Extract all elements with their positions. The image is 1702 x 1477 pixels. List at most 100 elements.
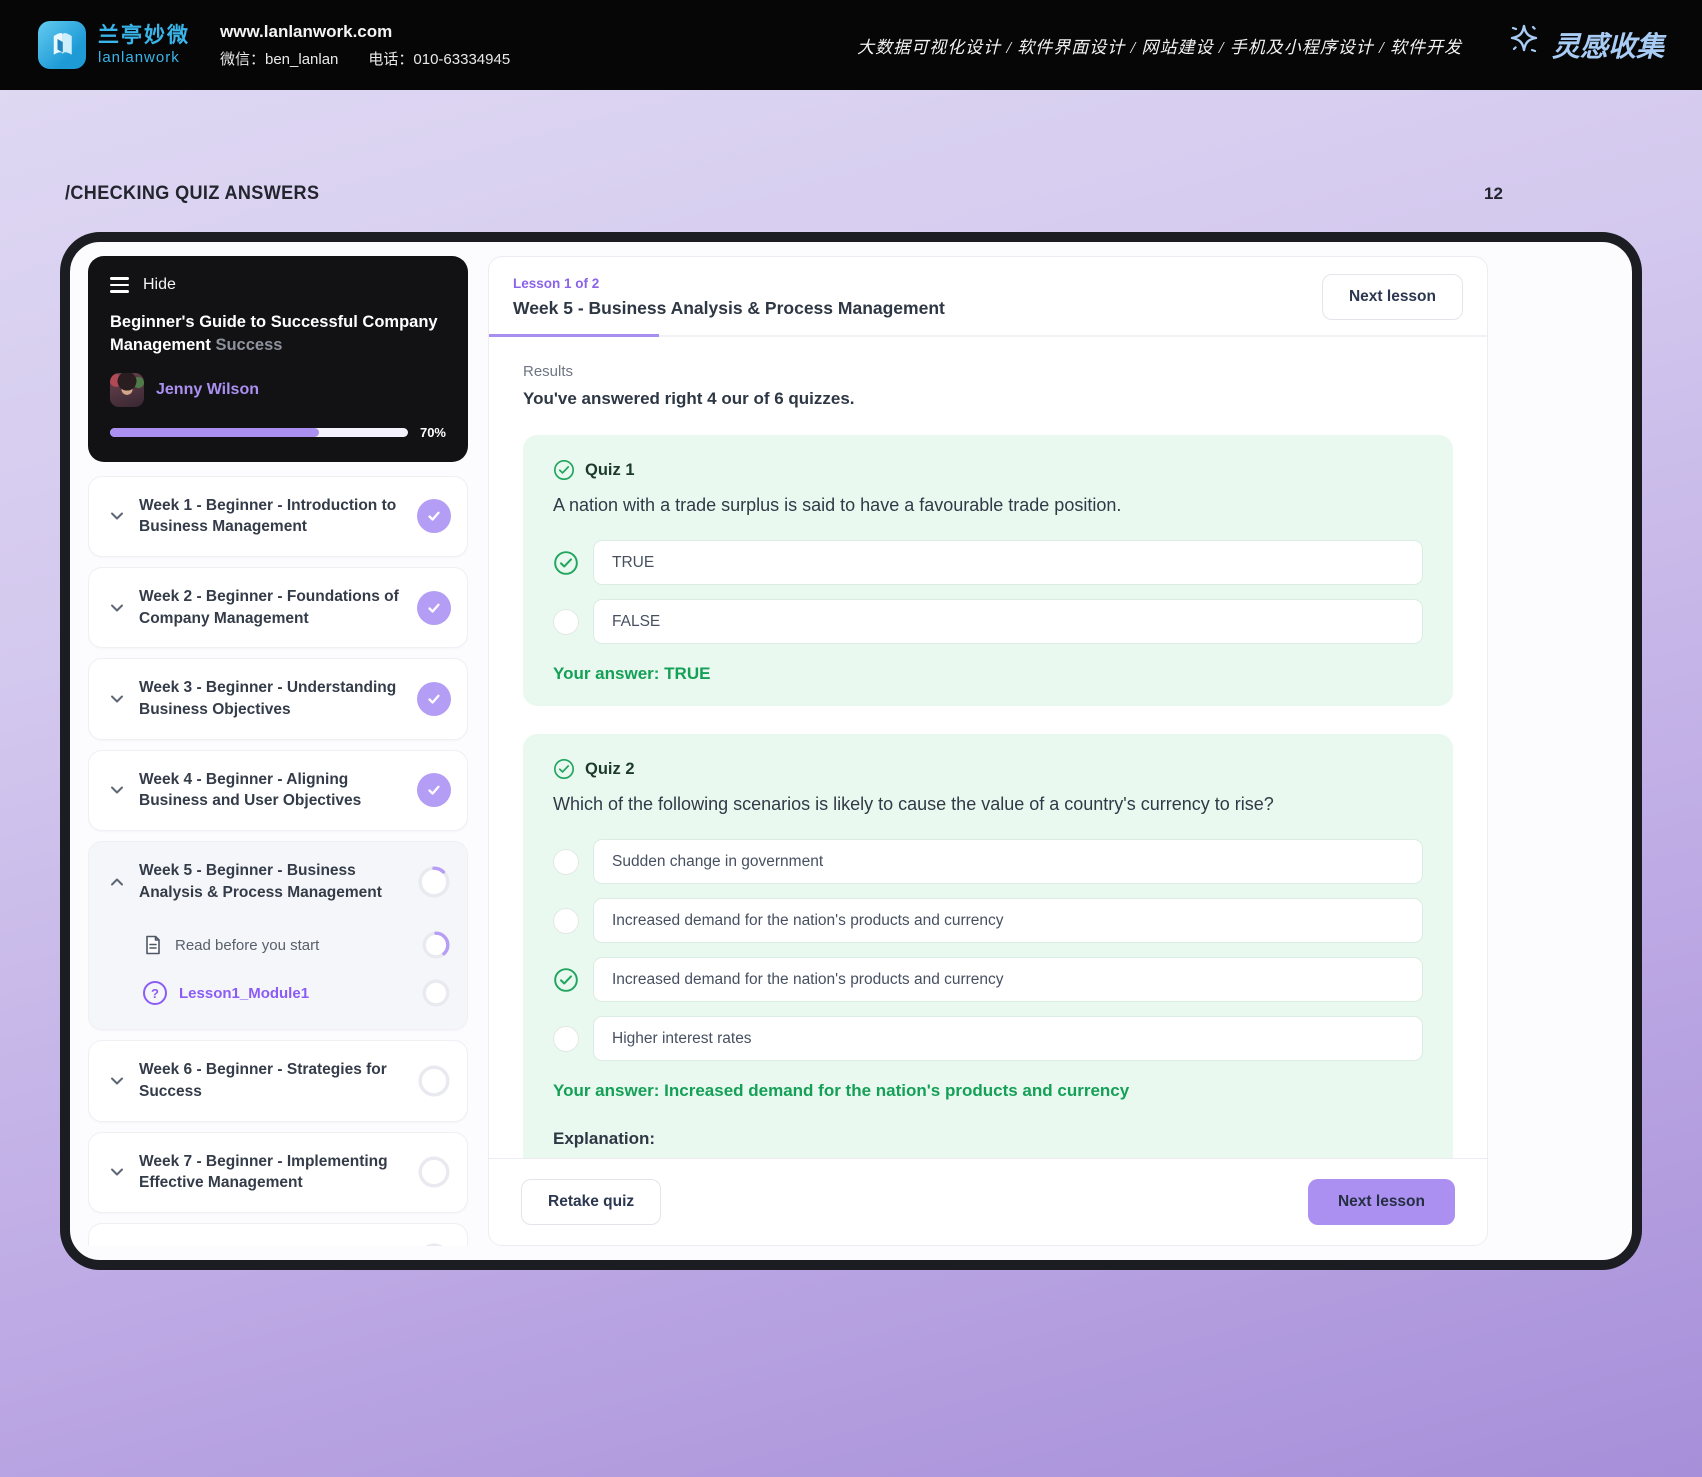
lesson-kicker: Lesson 1 of 2	[513, 275, 600, 291]
lesson-subitem[interactable]: ? Lesson1_Module1	[89, 969, 467, 1017]
lesson-title: Week 5 - Business Analysis & Process Man…	[513, 297, 945, 318]
quiz-option: Increased demand for the nation's produc…	[553, 898, 1423, 943]
progress-ring	[417, 1064, 451, 1098]
promo-banner: 兰亭妙微 lanlanwork www.lanlanwork.com 微信：be…	[0, 0, 1702, 90]
lesson-header: Lesson 1 of 2 Week 5 - Business Analysis…	[489, 257, 1487, 337]
chevron-down-icon	[111, 604, 123, 612]
app-window: Hide Beginner's Guide to Successful Comp…	[60, 232, 1642, 1270]
instructor-name: Jenny Wilson	[156, 380, 259, 398]
sidebar-week-item[interactable]: Week 7 - Beginner - Implementing Effecti…	[89, 1133, 467, 1212]
course-sidebar: Hide Beginner's Guide to Successful Comp…	[88, 256, 468, 1246]
sidebar-week-item[interactable]: Week 2 - Beginner - Foundations of Compa…	[89, 568, 467, 647]
option-box[interactable]: TRUE	[593, 540, 1423, 585]
sidebar-week-item[interactable]: Week 4 - Beginner - Aligning Business an…	[89, 751, 467, 830]
week-card: Week 4 - Beginner - Aligning Business an…	[88, 749, 468, 832]
course-title: Beginner's Guide to Successful Company M…	[110, 313, 438, 354]
week-label: Week 7 - Beginner - Implementing Effecti…	[139, 1152, 388, 1192]
option-box[interactable]: FALSE	[593, 599, 1423, 644]
phone-contact: 电话：010-63334945	[368, 50, 511, 68]
sidebar-week-item[interactable]: Week 5 - Beginner - Business Analysis & …	[89, 842, 467, 921]
course-header-panel: Hide Beginner's Guide to Successful Comp…	[88, 256, 468, 462]
option-correct-icon	[553, 550, 579, 576]
subitem-label: Lesson1_Module1	[179, 984, 310, 1002]
week-label: Week 2 - Beginner - Foundations of Compa…	[139, 587, 399, 627]
sidebar-week-item[interactable]: Week 3 - Beginner - Understanding Busine…	[89, 659, 467, 738]
week-card: Week 8 - Beginner - Business	[88, 1223, 468, 1246]
quiz-question: Which of the following scenarios is like…	[553, 794, 1274, 814]
week-card: Week 3 - Beginner - Understanding Busine…	[88, 658, 468, 740]
collect-block: 灵感收集	[1506, 23, 1664, 67]
quiz-option: Higher interest rates	[553, 1016, 1423, 1061]
brand-block: 兰亭妙微 lanlanwork	[38, 21, 190, 69]
week-card: Week 2 - Beginner - Foundations of Compa…	[88, 566, 468, 649]
week-card: Week 6 - Beginner - Strategies for Succe…	[88, 1040, 468, 1122]
quiz-option: FALSE	[553, 599, 1423, 644]
lesson-progress-indicator	[489, 334, 659, 337]
quiz-option: TRUE	[553, 540, 1423, 585]
progress-ring	[421, 978, 451, 1008]
quiz-results-area: Results You've answered right 4 our of 6…	[489, 337, 1487, 1158]
lanlanwork-logo-icon	[38, 21, 86, 69]
option-correct-icon	[553, 967, 579, 993]
option-box[interactable]: Increased demand for the nation's produc…	[593, 898, 1423, 943]
contact-block: www.lanlanwork.com 微信：ben_lanlan 电话：010-…	[220, 22, 510, 69]
quiz-name: Quiz 1	[585, 460, 635, 479]
completed-check-icon	[417, 681, 451, 716]
progress-ring	[417, 1155, 451, 1189]
wechat-contact: 微信：ben_lanlan	[220, 50, 339, 68]
retake-quiz-button[interactable]: Retake quiz	[521, 1179, 662, 1225]
week-list: Week 1 - Beginner - Introduction to Busi…	[88, 475, 468, 1246]
lesson-footer: Retake quiz Next lesson	[489, 1158, 1487, 1245]
menu-icon	[110, 277, 129, 293]
progress-ring	[417, 1242, 451, 1246]
chevron-up-icon	[111, 878, 123, 886]
sidebar-week-item[interactable]: Week 6 - Beginner - Strategies for Succe…	[89, 1041, 467, 1120]
website-url: www.lanlanwork.com	[220, 21, 393, 41]
sparkle-icon	[1506, 23, 1542, 67]
sidebar-week-item[interactable]: Week 8 - Beginner - Business	[89, 1224, 467, 1246]
option-radio	[553, 907, 579, 934]
option-box[interactable]: Increased demand for the nation's produc…	[593, 957, 1423, 1002]
hide-label: Hide	[143, 276, 176, 293]
brand-name-en: lanlanwork	[98, 48, 180, 66]
chevron-down-icon	[111, 695, 123, 703]
week-group-expanded: Week 5 - Beginner - Business Analysis & …	[88, 841, 468, 1031]
option-radio	[553, 608, 579, 635]
next-lesson-button-top[interactable]: Next lesson	[1321, 274, 1463, 320]
instructor-avatar	[110, 372, 144, 407]
completed-check-icon	[417, 499, 451, 534]
completed-check-icon	[417, 773, 451, 808]
option-radio	[553, 848, 579, 875]
week-label: Week 4 - Beginner - Aligning Business an…	[139, 770, 362, 810]
brand-name-cn: 兰亭妙微	[98, 24, 190, 48]
subitem-label: Read before you start	[175, 936, 320, 954]
check-circle-icon	[554, 550, 578, 575]
progress-ring	[421, 930, 451, 960]
check-circle-icon	[554, 759, 574, 779]
sidebar-week-item[interactable]: Week 1 - Beginner - Introduction to Busi…	[89, 477, 467, 556]
lesson-subitem[interactable]: Read before you start	[89, 921, 467, 969]
completed-check-icon	[417, 590, 451, 625]
course-progress: 70%	[110, 425, 446, 440]
week-card: Week 1 - Beginner - Introduction to Busi…	[88, 475, 468, 557]
quiz-question: A nation with a trade surplus is said to…	[553, 495, 1122, 515]
quiz-card: Quiz 1 A nation with a trade surplus is …	[523, 435, 1453, 706]
services-list: 大数据可视化设计 / 软件界面设计 / 网站建设 / 手机及小程序设计 / 软件…	[857, 37, 1462, 57]
explanation-label: Explanation:	[553, 1129, 656, 1148]
results-label: Results	[523, 363, 574, 380]
quiz-option: Sudden change in government	[553, 839, 1423, 884]
week-label: Week 3 - Beginner - Understanding Busine…	[139, 679, 397, 718]
page-number: 12	[1484, 184, 1503, 203]
quiz-name: Quiz 2	[585, 759, 635, 778]
week-label: Week 6 - Beginner - Strategies for Succe…	[139, 1061, 387, 1101]
results-summary: You've answered right 4 our of 6 quizzes…	[523, 389, 855, 408]
next-lesson-button-bottom[interactable]: Next lesson	[1307, 1179, 1455, 1225]
check-circle-icon	[554, 460, 574, 480]
option-box[interactable]: Higher interest rates	[593, 1016, 1423, 1061]
progress-bar	[110, 427, 408, 437]
page-title: /CHECKING QUIZ ANSWERS	[65, 183, 320, 204]
option-box[interactable]: Sudden change in government	[593, 839, 1423, 884]
hide-sidebar-button[interactable]: Hide	[110, 276, 446, 294]
week-label: Week 1 - Beginner - Introduction to Busi…	[139, 496, 397, 536]
chevron-down-icon	[111, 1168, 123, 1176]
